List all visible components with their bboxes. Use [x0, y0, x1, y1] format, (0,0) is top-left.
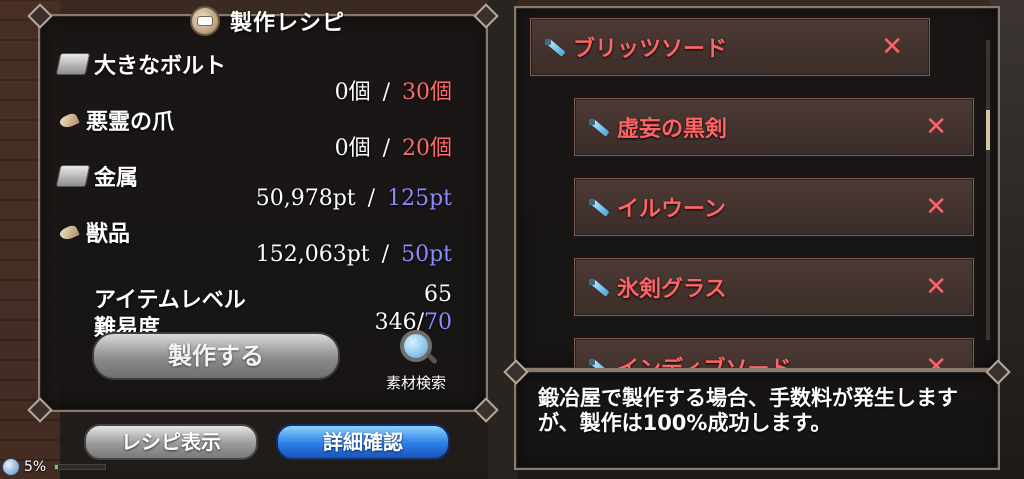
recipe-scroll-icon	[190, 6, 220, 36]
status-progress-bar	[54, 464, 107, 470]
panel-title-bar: 製作レシピ	[190, 6, 345, 36]
material-quantity: 0個 / 20個	[335, 130, 452, 162]
scrollbar-thumb[interactable]	[986, 110, 990, 150]
list-scrollbar[interactable]	[986, 40, 990, 340]
separator: /	[382, 80, 390, 105]
metal-ingot-icon	[55, 165, 91, 187]
list-item[interactable]: 氷剣グラス ✕	[574, 258, 974, 316]
material-quantity: 50,978pt / 125pt	[256, 186, 452, 211]
material-search-label: 素材検索	[385, 374, 446, 392]
material-have: 152,063pt	[255, 242, 370, 267]
message-panel: 鍛冶屋で製作する場合、手数料が発生しますが、製作は100%成功します。	[503, 359, 1011, 470]
list-item[interactable]: イルウーン ✕	[574, 178, 974, 236]
status-indicator: 5%	[2, 458, 107, 476]
recipe-list-panel: ブリッツソード ✕ 虚妄の黒剣 ✕ イルウーン ✕ 氷剣グラス ✕ インディブソ…	[514, 6, 1000, 370]
globe-icon	[2, 458, 20, 476]
material-name: 大きなボルト	[94, 54, 227, 79]
list-item-name: イルウーン	[617, 197, 726, 222]
material-quantity: 0個 / 30個	[335, 74, 452, 106]
material-search-button[interactable]: 素材検索	[376, 330, 456, 393]
message-text: 鍛冶屋で製作する場合、手数料が発生しますが、製作は100%成功します。	[538, 386, 958, 435]
claw-icon	[58, 109, 80, 131]
material-name: 獣品	[86, 222, 131, 247]
magnifier-icon	[400, 330, 432, 362]
material-need: 30個	[402, 80, 452, 105]
recipe-display-button[interactable]: レシピ表示	[84, 424, 258, 460]
status-percent: 5%	[24, 459, 47, 475]
status-progress-fill	[55, 465, 58, 469]
list-item[interactable]: ブリッツソード ✕	[530, 18, 930, 76]
remove-icon[interactable]: ✕	[925, 272, 947, 302]
material-have: 0個	[334, 80, 371, 105]
sword-icon	[587, 116, 609, 138]
material-quantity: 152,063pt / 50pt	[256, 242, 452, 267]
sword-icon	[543, 36, 565, 58]
craft-button[interactable]: 製作する	[92, 332, 340, 380]
material-name: 悪霊の爪	[86, 110, 175, 135]
item-level-value: 65	[424, 282, 452, 307]
sword-icon	[587, 356, 609, 368]
list-item[interactable]: 虚妄の黒剣 ✕	[574, 98, 974, 156]
separator: /	[367, 186, 376, 211]
list-item-name: 虚妄の黒剣	[617, 117, 728, 142]
material-name-row: 獣品	[58, 216, 130, 248]
material-have: 0個	[334, 136, 371, 161]
list-item[interactable]: インディブソード ✕	[574, 338, 974, 370]
sword-icon	[587, 196, 609, 218]
material-name: 金属	[94, 166, 139, 191]
material-need: 125pt	[387, 186, 452, 211]
list-item-name: ブリッツソード	[573, 37, 728, 62]
metal-ingot-icon	[55, 53, 91, 75]
remove-icon[interactable]: ✕	[925, 192, 947, 222]
remove-icon[interactable]: ✕	[925, 352, 947, 368]
separator: /	[381, 242, 390, 267]
remove-icon[interactable]: ✕	[925, 112, 947, 142]
material-name-row: 大きなボルト	[55, 48, 227, 80]
material-need: 50pt	[401, 242, 452, 267]
material-name-row: 悪霊の爪	[58, 104, 174, 136]
list-item-name: インディブソード	[617, 357, 792, 370]
material-have: 50,978pt	[255, 186, 356, 211]
recipe-panel: 製作レシピ 大きなボルト 0個 / 30個 悪霊の爪 0個 / 20個 金属 50,97…	[27, 3, 499, 423]
details-button[interactable]: 詳細確認	[276, 424, 450, 460]
panel-title: 製作レシピ	[230, 11, 346, 36]
material-need: 20個	[402, 136, 452, 161]
claw-icon	[58, 221, 80, 243]
list-item-name: 氷剣グラス	[617, 277, 727, 302]
separator: /	[382, 136, 390, 161]
remove-icon[interactable]: ✕	[881, 32, 903, 62]
material-name-row: 金属	[55, 160, 139, 192]
sword-icon	[587, 276, 609, 298]
